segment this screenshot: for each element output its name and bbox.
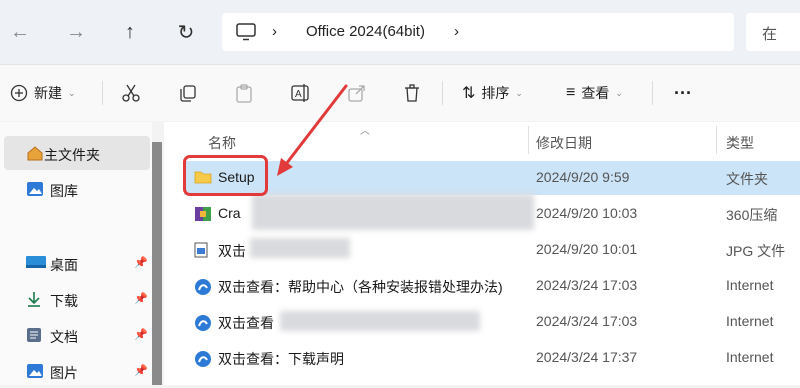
annotation-arrow-icon [277, 84, 348, 176]
